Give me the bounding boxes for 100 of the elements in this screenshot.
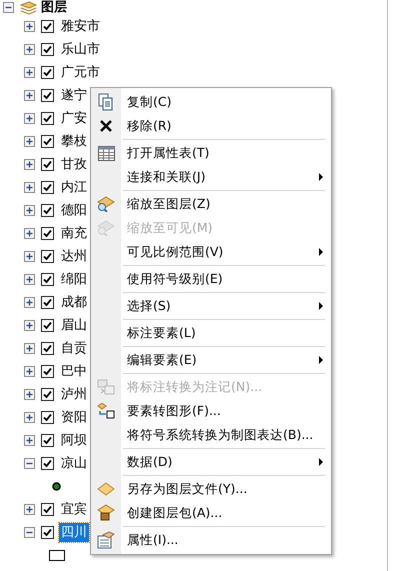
layer-checkbox[interactable] — [41, 319, 54, 332]
expand-toggle[interactable] — [24, 44, 35, 55]
submenu-arrow-icon — [319, 356, 323, 364]
expand-toggle[interactable] — [24, 412, 35, 423]
zoom-disabled-icon — [97, 220, 115, 236]
properties-icon — [97, 531, 115, 549]
layer-checkbox[interactable] — [41, 66, 54, 79]
menu-item[interactable]: 将符号系统转换为制图表达(B)... — [91, 423, 331, 447]
menu-item[interactable]: 复制(C) — [91, 90, 331, 114]
menu-item[interactable]: 标注要素(L) — [91, 321, 331, 345]
layer-label[interactable]: 攀枝 — [59, 132, 89, 151]
expand-toggle[interactable] — [24, 136, 35, 147]
layer-label[interactable]: 宜宾 — [59, 500, 89, 519]
layer-checkbox[interactable] — [41, 411, 54, 424]
submenu-arrow-icon — [319, 248, 323, 256]
menu-item[interactable]: 连接和关联(J) — [91, 165, 331, 189]
table-icon — [98, 146, 114, 160]
expand-toggle[interactable] — [24, 320, 35, 331]
layer-checkbox[interactable] — [41, 227, 54, 240]
layer-label[interactable]: 乐山市 — [59, 40, 102, 59]
expand-toggle[interactable] — [24, 159, 35, 170]
layer-label[interactable]: 雅安市 — [59, 17, 102, 36]
expand-toggle[interactable] — [24, 21, 35, 32]
expand-toggle[interactable] — [24, 205, 35, 216]
layer-checkbox[interactable] — [41, 204, 54, 217]
label-convert-icon — [97, 379, 115, 395]
layer-checkbox[interactable] — [41, 20, 54, 33]
layer-label[interactable]: 南充 — [59, 224, 89, 243]
feature-to-graphic-icon — [97, 403, 115, 419]
menu-item[interactable]: 打开属性表(T) — [91, 141, 331, 165]
layer-checkbox[interactable] — [41, 503, 54, 516]
menu-item[interactable]: 缩放至图层(Z) — [91, 192, 331, 216]
tree-root-label[interactable]: 图层 — [39, 0, 69, 17]
copy-icon — [98, 93, 114, 111]
expand-toggle[interactable] — [24, 251, 35, 262]
expand-toggle[interactable] — [24, 67, 35, 78]
layers-icon — [20, 0, 37, 14]
collapse-toggle[interactable] — [3, 2, 14, 13]
menu-item[interactable]: 另存为图层文件(Y)... — [91, 477, 331, 501]
menu-item[interactable]: 创建图层包(A)... — [91, 501, 331, 525]
expand-toggle[interactable] — [24, 90, 35, 101]
layer-checkbox[interactable] — [41, 342, 54, 355]
layer-label[interactable]: 凉山 — [59, 454, 89, 473]
polygon-symbol — [49, 550, 65, 561]
menu-item[interactable]: 数据(D) — [91, 450, 331, 474]
layer-checkbox[interactable] — [41, 43, 54, 56]
collapse-toggle[interactable] — [24, 527, 35, 538]
layer-checkbox[interactable] — [41, 296, 54, 309]
collapse-toggle[interactable] — [24, 458, 35, 469]
expand-toggle[interactable] — [24, 435, 35, 446]
layer-label[interactable]: 内江 — [59, 178, 89, 197]
layer-label[interactable]: 泸州 — [59, 385, 89, 404]
layer-label[interactable]: 德阳 — [59, 201, 89, 220]
layer-checkbox[interactable] — [41, 89, 54, 102]
layer-checkbox[interactable] — [41, 388, 54, 401]
layer-checkbox[interactable] — [41, 526, 54, 539]
menu-item[interactable]: 属性(I)... — [91, 528, 331, 552]
layer-checkbox[interactable] — [41, 181, 54, 194]
layer-checkbox[interactable] — [41, 250, 54, 263]
expand-toggle[interactable] — [24, 366, 35, 377]
layer-checkbox[interactable] — [41, 135, 54, 148]
expand-toggle[interactable] — [24, 504, 35, 515]
layer-label[interactable]: 广元市 — [59, 63, 102, 82]
layer-label[interactable]: 广安 — [59, 109, 89, 128]
close-icon — [100, 120, 112, 132]
menu-item[interactable]: 可见比例范围(V) — [91, 240, 331, 264]
layer-label[interactable]: 四川 — [59, 523, 89, 542]
expand-toggle[interactable] — [24, 228, 35, 239]
submenu-arrow-icon — [319, 302, 323, 310]
layer-label[interactable]: 成都 — [59, 293, 89, 312]
layer-checkbox[interactable] — [41, 158, 54, 171]
layer-checkbox[interactable] — [41, 434, 54, 447]
layer-label[interactable]: 阿坝 — [59, 431, 89, 450]
package-icon — [97, 504, 115, 522]
menu-item[interactable]: 使用符号级别(E) — [91, 267, 331, 291]
layer-label[interactable]: 自贡 — [59, 339, 89, 358]
layer-label[interactable]: 绵阳 — [59, 270, 89, 289]
menu-item[interactable]: 编辑要素(E) — [91, 348, 331, 372]
expand-toggle[interactable] — [24, 274, 35, 285]
expand-toggle[interactable] — [24, 113, 35, 124]
expand-toggle[interactable] — [24, 343, 35, 354]
menu-item[interactable]: 要素转图形(F)... — [91, 399, 331, 423]
diamond-icon — [97, 482, 115, 496]
layer-label[interactable]: 达州 — [59, 247, 89, 266]
expand-toggle[interactable] — [24, 182, 35, 193]
layer-checkbox[interactable] — [41, 365, 54, 378]
expand-toggle[interactable] — [24, 297, 35, 308]
layer-checkbox[interactable] — [41, 112, 54, 125]
layer-checkbox[interactable] — [41, 273, 54, 286]
layer-label[interactable]: 遂宁 — [59, 86, 89, 105]
layer-label[interactable]: 巴中 — [59, 362, 89, 381]
layer-label[interactable]: 甘孜 — [59, 155, 89, 174]
zoom-icon — [97, 196, 115, 212]
layer-checkbox[interactable] — [41, 457, 54, 470]
menu-item[interactable]: 选择(S) — [91, 294, 331, 318]
layer-label[interactable]: 资阳 — [59, 408, 89, 427]
expand-toggle[interactable] — [24, 389, 35, 400]
layer-label[interactable]: 眉山 — [59, 316, 89, 335]
menu-item[interactable]: 移除(R) — [91, 114, 331, 138]
submenu-arrow-icon — [319, 173, 323, 181]
